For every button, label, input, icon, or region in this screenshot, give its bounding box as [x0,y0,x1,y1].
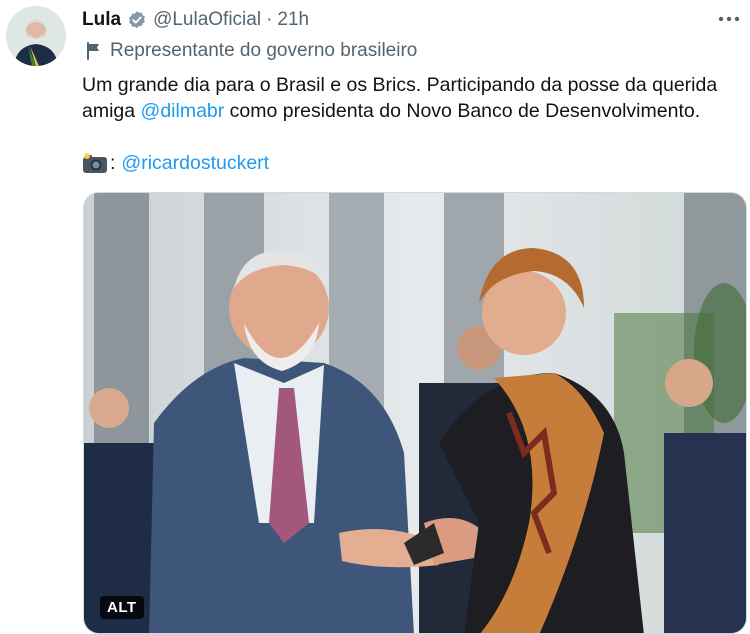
flag-icon [86,42,102,60]
alt-text-badge[interactable]: ALT [100,596,144,619]
camera-flash-icon [82,152,108,174]
tweet-text: Um grande dia para o Brasil e os Brics. … [82,72,732,124]
more-options-icon[interactable] [716,6,742,32]
tweet-text-fragment: como presidenta do Novo Banco de Desenvo… [224,100,701,122]
tweet[interactable]: Lula @LulaOficial · 21h Representante do… [0,0,750,634]
author-handle[interactable]: @LulaOficial [153,8,261,32]
photo-credit: : @ricardostuckert [82,150,269,176]
mention-link-dilmabr[interactable]: @dilmabr [141,100,225,122]
author-name[interactable]: Lula [82,8,121,32]
tweet-text-line-1: Um grande dia para o Brasil e os Brics. … [82,74,718,96]
tweet-timestamp[interactable]: 21h [277,8,309,32]
tweet-text-line-2: amiga @dilmabr como presidenta do Novo B… [82,98,732,124]
mention-link-ricardostuckert[interactable]: @ricardostuckert [121,150,269,176]
tweet-text-fragment: amiga [82,100,141,122]
tweet-header: Lula @LulaOficial · 21h [82,8,309,32]
verified-badge-icon[interactable] [127,10,147,30]
photo-credit-colon: : [110,152,116,174]
header-separator: · [266,9,273,30]
photo-image [84,193,746,633]
author-avatar[interactable] [6,6,66,66]
government-label[interactable]: Representante do governo brasileiro [86,40,417,62]
government-label-text: Representante do governo brasileiro [110,40,418,61]
tweet-photo[interactable]: ALT [83,192,747,634]
